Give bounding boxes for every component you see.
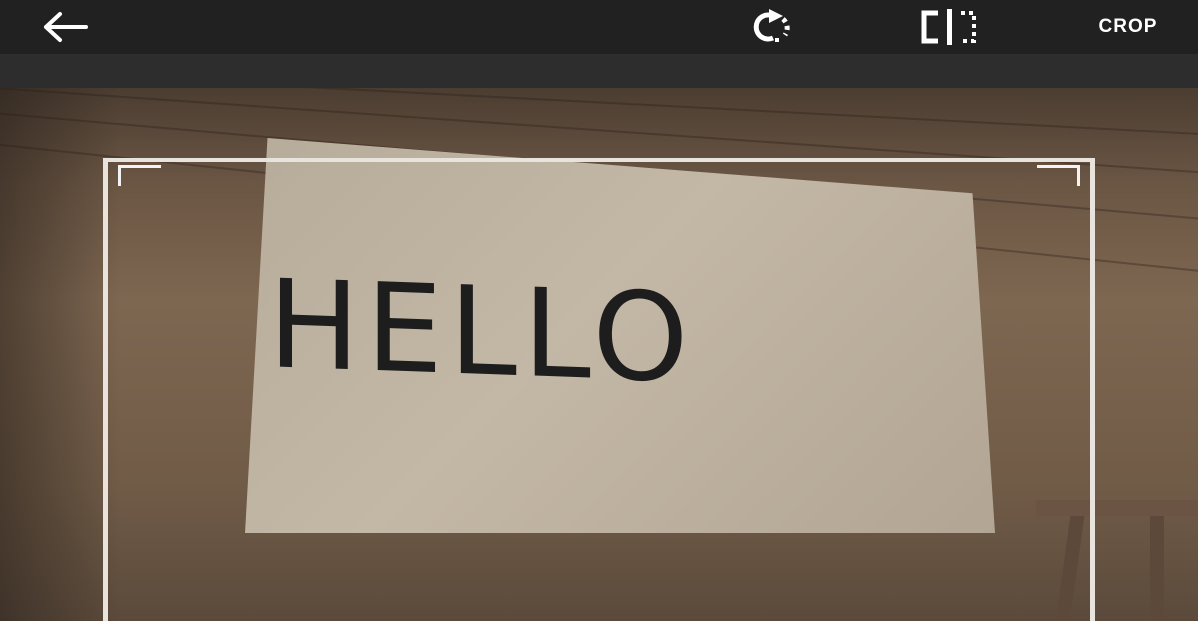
rotate-icon [753,9,790,42]
crop-area[interactable] [103,158,1095,621]
wall-shadow [0,88,120,621]
crop-button[interactable]: CROP [1062,0,1194,54]
flip-horizontal-icon [921,9,976,45]
crop-handle-top-right[interactable] [1037,165,1080,186]
top-toolbar: CROP [0,0,1198,54]
back-button[interactable] [28,0,100,54]
crop-handle-top-left[interactable] [118,165,161,186]
rotate-button[interactable] [740,0,820,54]
flip-button[interactable] [905,0,997,54]
crop-button-label: CROP [1098,16,1158,37]
arrow-left-icon [44,12,88,42]
table-leg [1150,516,1164,621]
toolbar-divider-bar [0,54,1198,88]
